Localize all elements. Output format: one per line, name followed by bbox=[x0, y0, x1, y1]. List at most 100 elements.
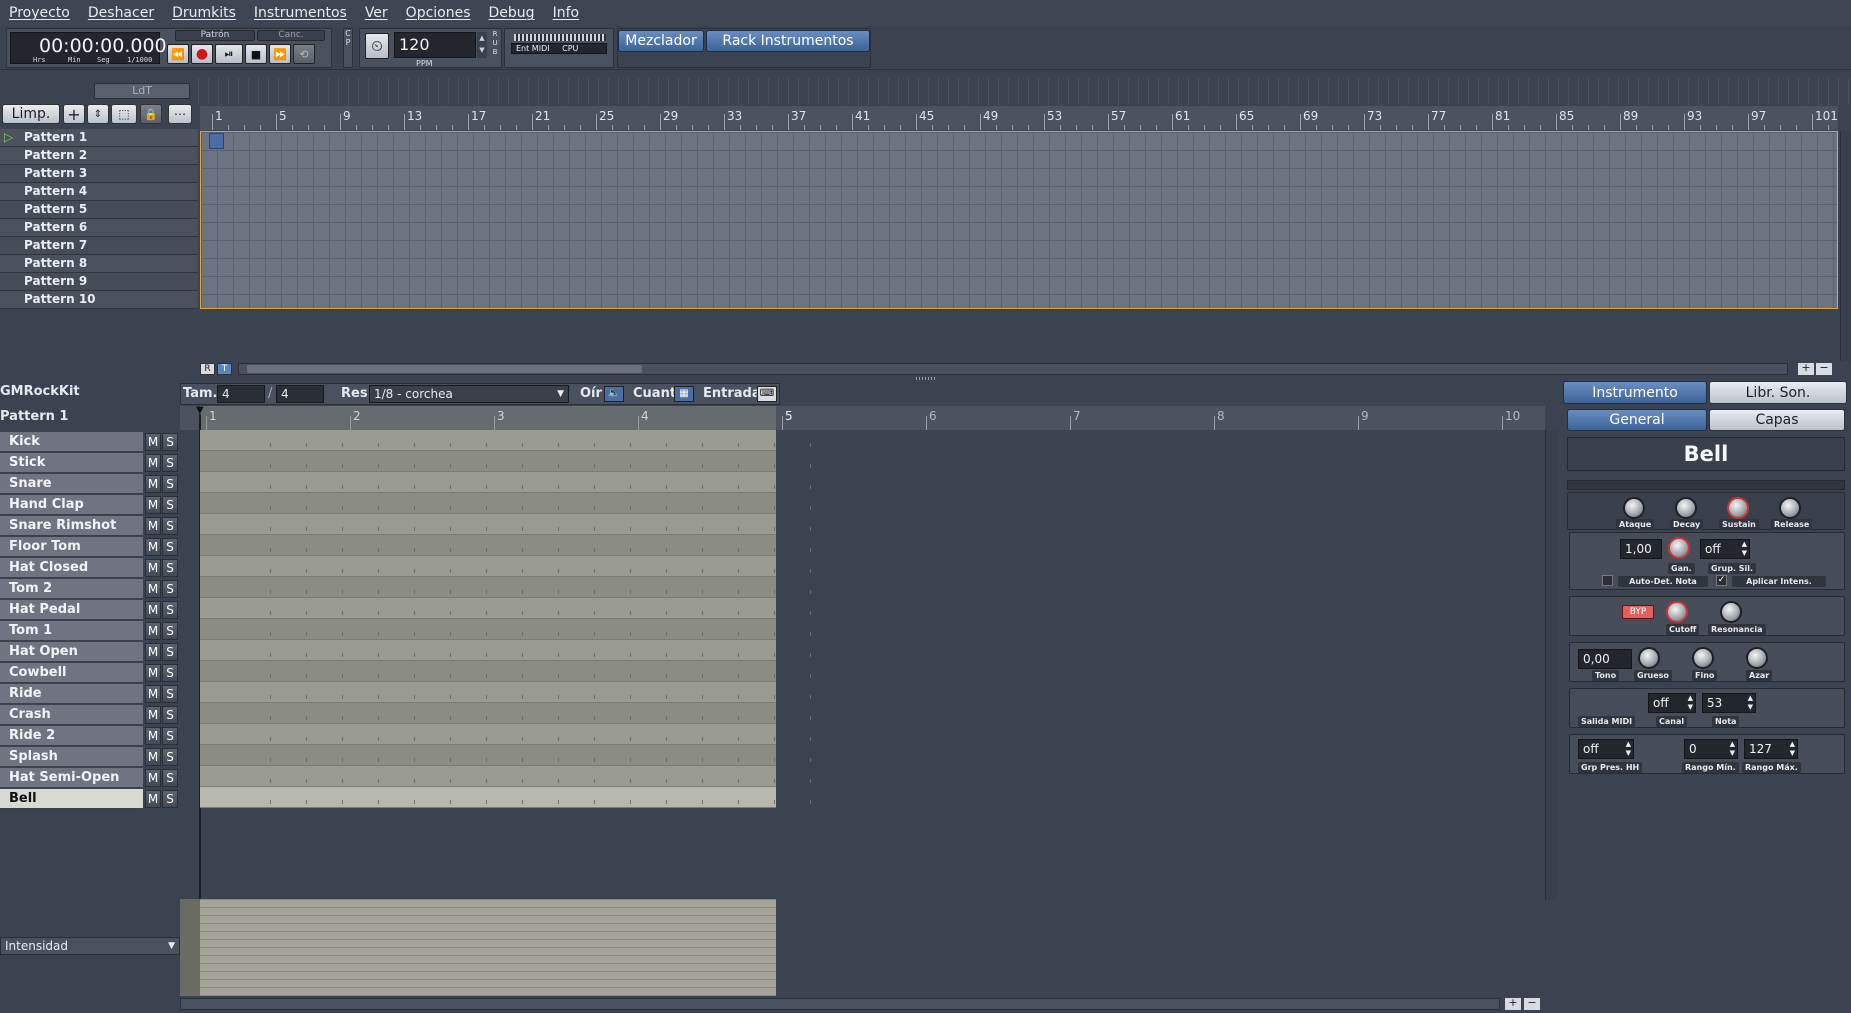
instrument-row[interactable]: Crash M S bbox=[0, 705, 180, 726]
instrument-row[interactable]: Tom 2MS bbox=[0, 579, 180, 600]
instrument-row[interactable]: Hat Closed M S bbox=[0, 558, 180, 579]
mute-button[interactable]: M bbox=[145, 769, 161, 787]
menu-info[interactable]: Info bbox=[553, 5, 580, 21]
pattern-row[interactable]: Pattern 10 bbox=[0, 291, 198, 309]
pattern-vscroll[interactable] bbox=[1545, 430, 1557, 900]
pattern-grid-row[interactable] bbox=[200, 787, 811, 808]
apply-velocity-checkbox[interactable]: ✓ bbox=[1716, 575, 1727, 586]
solo-button[interactable]: S bbox=[162, 454, 178, 472]
pattern-grid-row[interactable] bbox=[200, 430, 811, 451]
play-pause-button[interactable]: ⏯ bbox=[215, 44, 243, 64]
instrument-name[interactable]: Stick bbox=[0, 453, 143, 473]
pattern-grid-row[interactable] bbox=[200, 577, 811, 598]
instrument-row[interactable]: Snare Rimshot M S bbox=[0, 516, 180, 537]
song-cell-active[interactable] bbox=[209, 133, 224, 149]
mute-button[interactable]: M bbox=[145, 475, 161, 493]
min-range-input[interactable]: 0 ▲ ▼ bbox=[1684, 739, 1738, 759]
tab-sound-library[interactable]: Libr. Son. bbox=[1709, 381, 1847, 404]
mute-button[interactable]: M bbox=[145, 706, 161, 724]
metronome-button[interactable]: ⏲ bbox=[365, 33, 389, 59]
bpm-input[interactable]: 120 bbox=[394, 32, 476, 58]
instrument-row[interactable]: Cowbell M S bbox=[0, 663, 180, 684]
instrument-name[interactable]: Hat Semi-Open bbox=[0, 768, 143, 788]
decay-knob[interactable] bbox=[1675, 497, 1697, 519]
bpm-spinner[interactable]: ▲ ▼ bbox=[477, 32, 487, 58]
instrument-row[interactable]: Splash M S bbox=[0, 747, 180, 768]
pattern-zoom-out-button[interactable]: − bbox=[1524, 997, 1540, 1010]
instrument-name[interactable]: Tom 1 bbox=[0, 621, 143, 641]
move-pattern-button[interactable]: ⇕ bbox=[87, 104, 109, 124]
instrument-name[interactable]: Cowbell bbox=[0, 663, 143, 683]
instrument-row[interactable]: Floor Tom M S bbox=[0, 537, 180, 558]
fine-knob[interactable] bbox=[1692, 647, 1714, 669]
menu-opciones[interactable]: Opciones bbox=[406, 5, 471, 21]
mute-button[interactable]: M bbox=[145, 538, 161, 556]
gain-knob[interactable] bbox=[1668, 537, 1690, 559]
pattern-hscroll[interactable] bbox=[180, 998, 1500, 1010]
instrument-name[interactable]: Hand Clap bbox=[0, 495, 143, 515]
solo-button[interactable]: S bbox=[162, 601, 178, 619]
pattern-row[interactable]: Pattern 9 bbox=[0, 273, 198, 291]
stop-button[interactable]: ■ bbox=[245, 44, 267, 64]
mute-button[interactable]: M bbox=[145, 748, 161, 766]
resolution-select[interactable]: 1/8 - corchea ▼ bbox=[369, 385, 569, 403]
solo-button[interactable]: S bbox=[162, 790, 178, 808]
input-mode-button[interactable]: ⌨ bbox=[757, 386, 777, 402]
mute-button[interactable]: M bbox=[145, 622, 161, 640]
instrument-row[interactable]: Hand Clap M S bbox=[0, 495, 180, 516]
random-knob[interactable] bbox=[1746, 647, 1768, 669]
instrument-row[interactable]: Tom 1MS bbox=[0, 621, 180, 642]
pattern-row[interactable]: Pattern 3 bbox=[0, 165, 198, 183]
pattern-grid-row[interactable] bbox=[200, 745, 811, 766]
solo-button[interactable]: S bbox=[162, 580, 178, 598]
instrument-row[interactable]: Hat Semi-Open M S bbox=[0, 768, 180, 789]
cutoff-knob[interactable] bbox=[1666, 601, 1688, 623]
menu-proyecto[interactable]: Proyecto bbox=[9, 5, 70, 21]
pattern-grid-row[interactable] bbox=[200, 703, 811, 724]
pitch-input[interactable]: 0,00 bbox=[1578, 649, 1632, 669]
song-hscroll[interactable] bbox=[238, 363, 1788, 375]
pattern-grid-row[interactable] bbox=[200, 535, 811, 556]
timeline-button[interactable]: LdT bbox=[94, 83, 190, 99]
pattern-grid-row[interactable] bbox=[200, 493, 811, 514]
pattern-grid-row[interactable] bbox=[200, 451, 811, 472]
song-vscroll[interactable] bbox=[1840, 131, 1851, 361]
mute-button[interactable]: M bbox=[145, 643, 161, 661]
instrument-name[interactable]: Hat Open bbox=[0, 642, 143, 662]
instrument-name[interactable]: Crash bbox=[0, 705, 143, 725]
mute-button[interactable]: M bbox=[145, 685, 161, 703]
pattern-grid-row[interactable] bbox=[200, 619, 811, 640]
mute-button[interactable]: M bbox=[145, 580, 161, 598]
r-button[interactable]: R bbox=[200, 363, 215, 375]
instrument-name[interactable]: Ride 2 bbox=[0, 726, 143, 746]
instrument-row[interactable]: Ride 2MS bbox=[0, 726, 180, 747]
mute-button[interactable]: M bbox=[145, 517, 161, 535]
mute-button[interactable]: M bbox=[145, 601, 161, 619]
instrument-name[interactable]: Hat Pedal bbox=[0, 600, 143, 620]
t-button[interactable]: T bbox=[217, 363, 232, 375]
pattern-grid-row[interactable] bbox=[200, 556, 811, 577]
solo-button[interactable]: S bbox=[162, 496, 178, 514]
solo-button[interactable]: S bbox=[162, 475, 178, 493]
instrument-name[interactable]: Tom 2 bbox=[0, 579, 143, 599]
pattern-zoom-in-button[interactable]: + bbox=[1505, 997, 1521, 1010]
instrument-name[interactable]: Snare Rimshot bbox=[0, 516, 143, 536]
mixer-button[interactable]: Mezclador bbox=[618, 30, 704, 52]
release-knob[interactable] bbox=[1779, 497, 1801, 519]
solo-button[interactable]: S bbox=[162, 622, 178, 640]
attack-knob[interactable] bbox=[1623, 497, 1645, 519]
instrument-name[interactable]: Ride bbox=[0, 684, 143, 704]
pattern-row[interactable]: Pattern 4 bbox=[0, 183, 198, 201]
sustain-knob[interactable] bbox=[1727, 497, 1749, 519]
instrument-name[interactable]: Snare bbox=[0, 474, 143, 494]
mode-song-button[interactable]: Canc. bbox=[257, 30, 325, 41]
size-numerator-input[interactable]: 4 bbox=[217, 385, 265, 403]
pattern-grid-row[interactable] bbox=[200, 682, 811, 703]
mute-button[interactable]: M bbox=[145, 727, 161, 745]
mode-pattern-button[interactable]: Patrón bbox=[175, 30, 255, 41]
solo-button[interactable]: S bbox=[162, 643, 178, 661]
gain-input[interactable]: 1,00 bbox=[1620, 539, 1662, 559]
solo-button[interactable]: S bbox=[162, 559, 178, 577]
pattern-row[interactable]: Pattern 2 bbox=[0, 147, 198, 165]
menu-deshacer[interactable]: Deshacer bbox=[88, 5, 154, 21]
